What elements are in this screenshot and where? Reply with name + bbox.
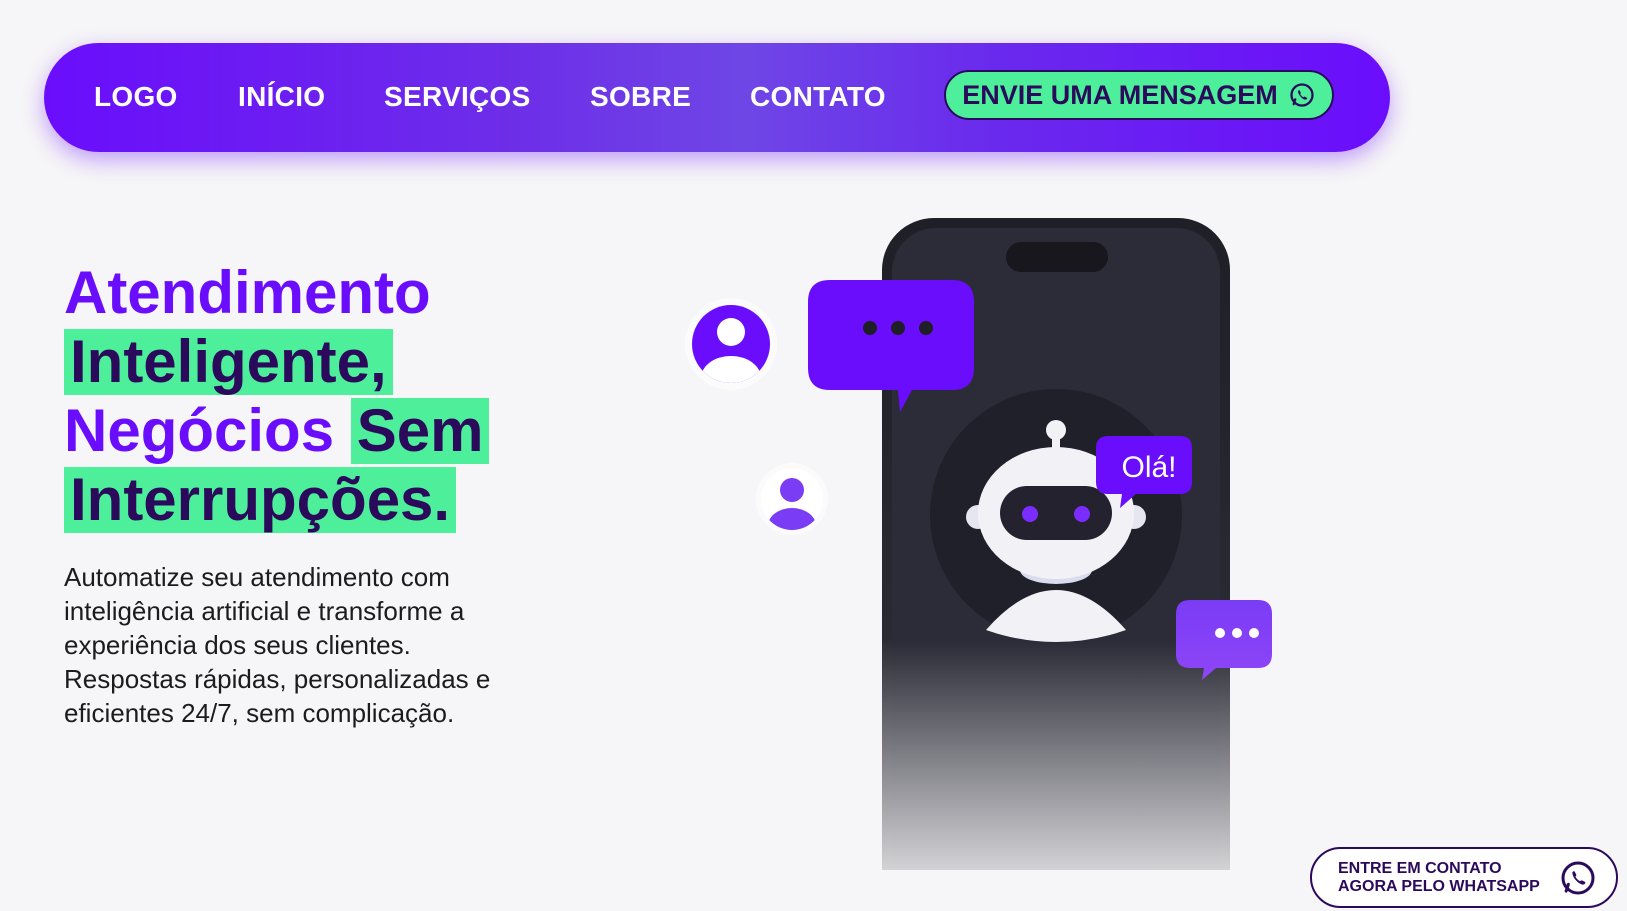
hero-title-highlight-1: Inteligente, <box>64 329 393 395</box>
hero-title-highlight-2: Sem <box>350 398 490 464</box>
whatsapp-icon <box>1561 861 1595 894</box>
hero-title-highlight-3: Interrupções. <box>64 467 457 533</box>
whatsapp-icon <box>1290 83 1314 107</box>
nav-link-contato[interactable]: CONTATO <box>750 81 886 113</box>
whatsapp-contact-line-2: AGORA PELO WHATSAPP <box>1338 877 1540 895</box>
greeting-text: Olá! <box>1121 451 1176 484</box>
send-message-button[interactable]: ENVIE UMA MENSAGEM <box>944 70 1334 120</box>
landing-page: LOGO INÍCIO SERVIÇOS SOBRE CONTATO ENVIE… <box>0 0 1627 911</box>
nav-link-servicos[interactable]: SERVIÇOS <box>384 81 531 113</box>
send-message-label: ENVIE UMA MENSAGEM <box>962 79 1278 110</box>
whatsapp-contact-label: ENTRE EM CONTATO AGORA PELO WHATSAPP <box>1338 860 1550 896</box>
whatsapp-contact-button[interactable]: ENTRE EM CONTATO AGORA PELO WHATSAPP <box>1310 847 1618 908</box>
robot-icon <box>930 389 1182 642</box>
whatsapp-contact-line-1: ENTRE EM CONTATO <box>1338 859 1502 877</box>
nav-link-sobre[interactable]: SOBRE <box>590 81 691 113</box>
hero-title-line-1: Atendimento <box>64 259 431 326</box>
hero-description: Automatize seu atendimento com inteligên… <box>64 562 491 728</box>
hero-title-line-3: Negócios <box>64 397 335 464</box>
hero-title: Atendimento Inteligente, Negócios Sem In… <box>64 258 624 534</box>
user-avatar-small-icon <box>756 463 828 535</box>
chatbot-illustration: Olá! <box>685 218 1272 870</box>
nav-logo[interactable]: LOGO <box>94 81 178 113</box>
chat-bubble-small-icon <box>1176 600 1272 680</box>
user-avatar-icon <box>685 298 777 390</box>
navbar: LOGO INÍCIO SERVIÇOS SOBRE CONTATO ENVIE… <box>44 43 1390 152</box>
nav-link-inicio[interactable]: INÍCIO <box>238 81 325 113</box>
